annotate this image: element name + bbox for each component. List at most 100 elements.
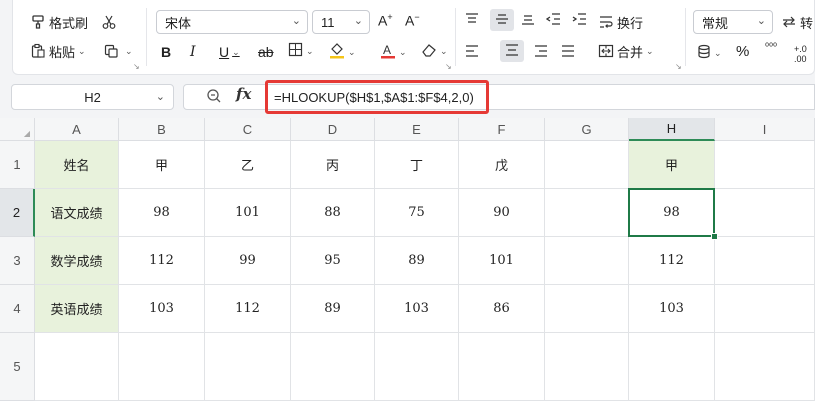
align-bottom-button[interactable] [520, 12, 536, 29]
cell-b1[interactable]: 甲 [119, 141, 205, 189]
cell-h5[interactable] [629, 333, 715, 401]
cell-d1[interactable]: 丙 [291, 141, 375, 189]
column-header-h[interactable]: H [629, 118, 715, 141]
copy-button[interactable]: ⌄ [103, 40, 133, 62]
thousands-separator-button[interactable]: ⁰⁰⁰ [765, 42, 777, 53]
cell-a5[interactable] [35, 333, 119, 401]
borders-button[interactable]: ⌄ [288, 42, 314, 60]
cell-d3[interactable]: 95 [291, 237, 375, 285]
column-header-d[interactable]: D [291, 118, 375, 141]
cell-a1[interactable]: 姓名 [35, 141, 119, 189]
formula-input[interactable]: =HLOOKUP($H$1,$A$1:$F$4,2,0) [265, 80, 489, 114]
cell-h4[interactable]: 103 [629, 285, 715, 333]
cell-i5[interactable] [715, 333, 815, 401]
chevron-down-icon[interactable]: ⌄ [646, 46, 654, 57]
cell-f2[interactable]: 90 [459, 189, 545, 237]
cell-c4[interactable]: 112 [205, 285, 291, 333]
cell-b4[interactable]: 103 [119, 285, 205, 333]
fx-icon[interactable]: fx [236, 85, 251, 103]
row-header-4[interactable]: 4 [0, 285, 35, 333]
cell-i4[interactable] [715, 285, 815, 333]
increase-indent-button[interactable] [572, 12, 588, 29]
cell-e3[interactable]: 89 [375, 237, 459, 285]
cell-g3[interactable] [545, 237, 629, 285]
cell-g1[interactable] [545, 141, 629, 189]
cell-c1[interactable]: 乙 [205, 141, 291, 189]
increase-font-size-button[interactable]: A+ [378, 12, 393, 29]
column-header-e[interactable]: E [375, 118, 459, 141]
percent-button[interactable]: % [736, 43, 749, 60]
cell-b5[interactable] [119, 333, 205, 401]
number-format-select[interactable]: 常规 ⌄ [693, 10, 773, 34]
decrease-font-size-button[interactable]: A− [405, 12, 420, 29]
chevron-down-icon[interactable]: ⌄ [78, 46, 86, 57]
cut-button[interactable] [101, 11, 120, 33]
cell-f3[interactable]: 101 [459, 237, 545, 285]
strikethrough-button[interactable]: ab [258, 44, 274, 60]
cell-a3[interactable]: 数学成绩 [35, 237, 119, 285]
align-top-button[interactable] [464, 12, 480, 29]
cell-a2[interactable]: 语文成绩 [35, 189, 119, 237]
cell-b3[interactable]: 112 [119, 237, 205, 285]
merge-button[interactable]: 合并 ⌄ [598, 40, 654, 62]
cell-g2[interactable] [545, 189, 629, 237]
cell-d2[interactable]: 88 [291, 189, 375, 237]
wrap-text-button[interactable]: 换行 [598, 11, 643, 33]
column-header-c[interactable]: C [205, 118, 291, 141]
column-header-f[interactable]: F [459, 118, 545, 141]
decrease-indent-button[interactable] [545, 12, 562, 29]
cell-e4[interactable]: 103 [375, 285, 459, 333]
align-right-button[interactable] [533, 44, 549, 61]
cell-h1[interactable]: 甲 [629, 141, 715, 189]
align-left-button[interactable] [464, 44, 480, 61]
chevron-down-icon[interactable]: ⌄ [156, 90, 165, 103]
cell-i3[interactable] [715, 237, 815, 285]
font-color-button[interactable]: A ⌄ [380, 42, 407, 62]
cell-f1[interactable]: 戊 [459, 141, 545, 189]
italic-button[interactable]: I [190, 44, 196, 60]
cell-e2[interactable]: 75 [375, 189, 459, 237]
font-name-select[interactable]: 宋体 ⌄ [156, 10, 308, 34]
cell-i1[interactable] [715, 141, 815, 189]
cell-h3[interactable]: 112 [629, 237, 715, 285]
cell-d4[interactable]: 89 [291, 285, 375, 333]
chevron-down-icon[interactable]: ⌄ [125, 46, 133, 57]
format-painter-button[interactable]: 格式刷 [30, 11, 88, 33]
cell-g4[interactable] [545, 285, 629, 333]
alignment-dialog-launcher-icon[interactable]: ↘ [675, 62, 682, 71]
row-header-2[interactable]: 2 [0, 189, 35, 237]
column-header-i[interactable]: I [715, 118, 815, 141]
cell-c5[interactable] [205, 333, 291, 401]
convert-button[interactable]: 转 [781, 11, 813, 33]
name-box[interactable]: H2 ⌄ [11, 84, 174, 110]
justify-button[interactable] [560, 44, 576, 61]
clear-format-button[interactable]: ⌄ [421, 42, 448, 60]
cell-i2[interactable] [715, 189, 815, 237]
align-middle-button[interactable] [490, 9, 514, 31]
column-header-a[interactable]: A [35, 118, 119, 141]
column-header-g[interactable]: G [545, 118, 629, 141]
fill-color-button[interactable]: ⌄ [329, 42, 356, 62]
accounting-format-button[interactable]: ⌄ [697, 44, 722, 62]
increase-decimal-button[interactable]: +.0.00 [794, 44, 807, 64]
cell-b2[interactable]: 98 [119, 189, 205, 237]
cell-f5[interactable] [459, 333, 545, 401]
clipboard-dialog-launcher-icon[interactable]: ↘ [133, 62, 140, 71]
align-center-button[interactable] [500, 40, 524, 62]
row-header-5[interactable]: 5 [0, 333, 35, 401]
cell-e1[interactable]: 丁 [375, 141, 459, 189]
row-header-1[interactable]: 1 [0, 141, 35, 189]
cell-f4[interactable]: 86 [459, 285, 545, 333]
zoom-icon[interactable] [206, 88, 222, 108]
cell-c2[interactable]: 101 [205, 189, 291, 237]
cell-e5[interactable] [375, 333, 459, 401]
cell-c3[interactable]: 99 [205, 237, 291, 285]
paste-button[interactable]: 粘贴 ⌄ [30, 40, 86, 62]
column-header-b[interactable]: B [119, 118, 205, 141]
select-all-corner[interactable]: ◢ [0, 118, 35, 141]
row-header-3[interactable]: 3 [0, 237, 35, 285]
underline-button[interactable]: U ⌄ [219, 44, 240, 60]
bold-button[interactable]: B [161, 44, 171, 60]
cell-d5[interactable] [291, 333, 375, 401]
cell-a4[interactable]: 英语成绩 [35, 285, 119, 333]
